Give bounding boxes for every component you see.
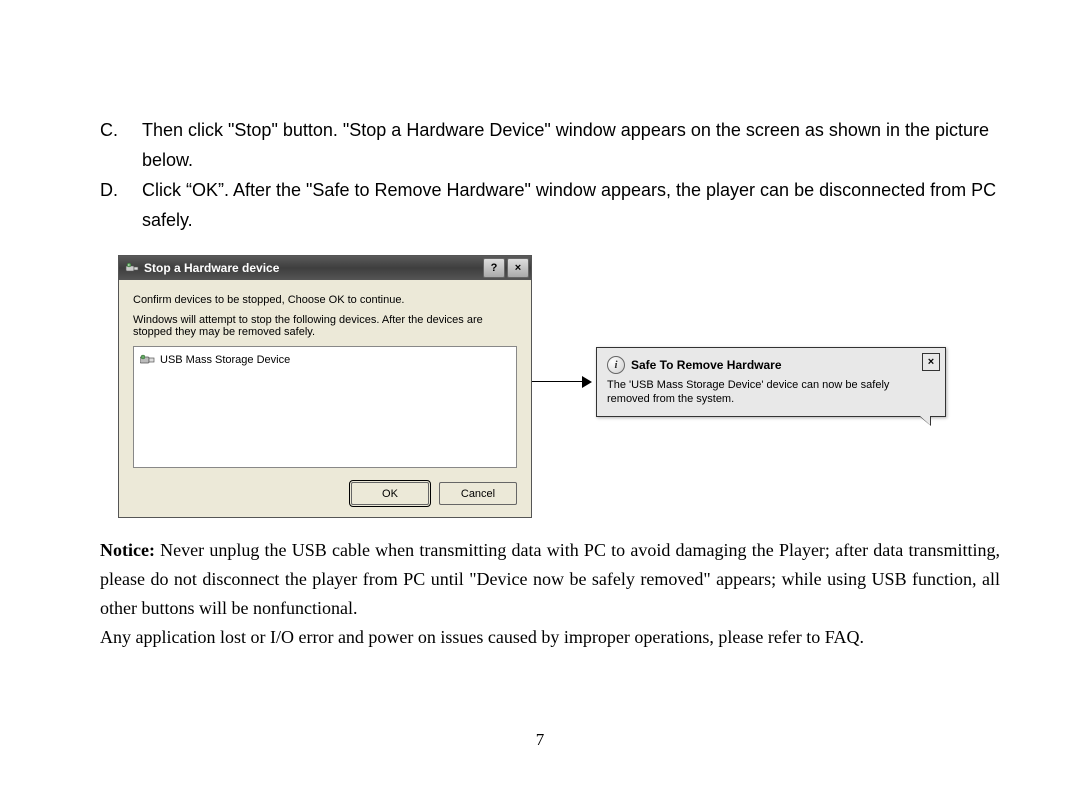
instruction-d: D. Click “OK”. After the "Safe to Remove… [100,175,1000,235]
instruction-list: C. Then click "Stop" button. "Stop a Har… [100,115,1000,235]
stop-hardware-dialog: Stop a Hardware device ? × Confirm devic… [118,255,532,518]
notice-paragraph: Notice: Never unplug the USB cable when … [100,536,1000,652]
balloon-tail-icon [919,416,931,426]
dialog-text-1: Confirm devices to be stopped, Choose OK… [133,294,517,306]
info-icon: i [607,356,625,374]
dialog-title: Stop a Hardware device [144,261,483,275]
list-text: Click “OK”. After the "Safe to Remove Ha… [142,175,1000,235]
notice-lead: Notice: [100,540,155,560]
page-number: 7 [0,730,1080,750]
balloon-title: Safe To Remove Hardware [631,358,935,372]
notice-text-1: Never unplug the USB cable when transmit… [100,540,1000,618]
dialog-titlebar: Stop a Hardware device ? × [119,256,531,280]
dialog-text-2: Windows will attempt to stop the followi… [133,314,517,338]
list-text: Then click "Stop" button. "Stop a Hardwa… [142,115,1000,175]
device-label: USB Mass Storage Device [160,354,290,366]
arrow-connector [532,376,596,388]
help-button[interactable]: ? [483,258,505,278]
notice-text-2: Any application lost or I/O error and po… [100,627,864,647]
list-letter: D. [100,175,142,235]
cancel-button[interactable]: Cancel [439,482,517,505]
hardware-icon [125,261,139,275]
safe-to-remove-balloon: i Safe To Remove Hardware × The 'USB Mas… [596,347,946,417]
usb-device-icon [140,353,156,367]
device-list-item[interactable]: USB Mass Storage Device [140,351,510,369]
close-button[interactable]: × [507,258,529,278]
ok-button[interactable]: OK [351,482,429,505]
balloon-close-button[interactable]: × [922,353,940,371]
list-letter: C. [100,115,142,175]
arrowhead-icon [582,376,592,388]
instruction-c: C. Then click "Stop" button. "Stop a Har… [100,115,1000,175]
balloon-message: The 'USB Mass Storage Device' device can… [607,378,935,406]
device-list[interactable]: USB Mass Storage Device [133,346,517,468]
